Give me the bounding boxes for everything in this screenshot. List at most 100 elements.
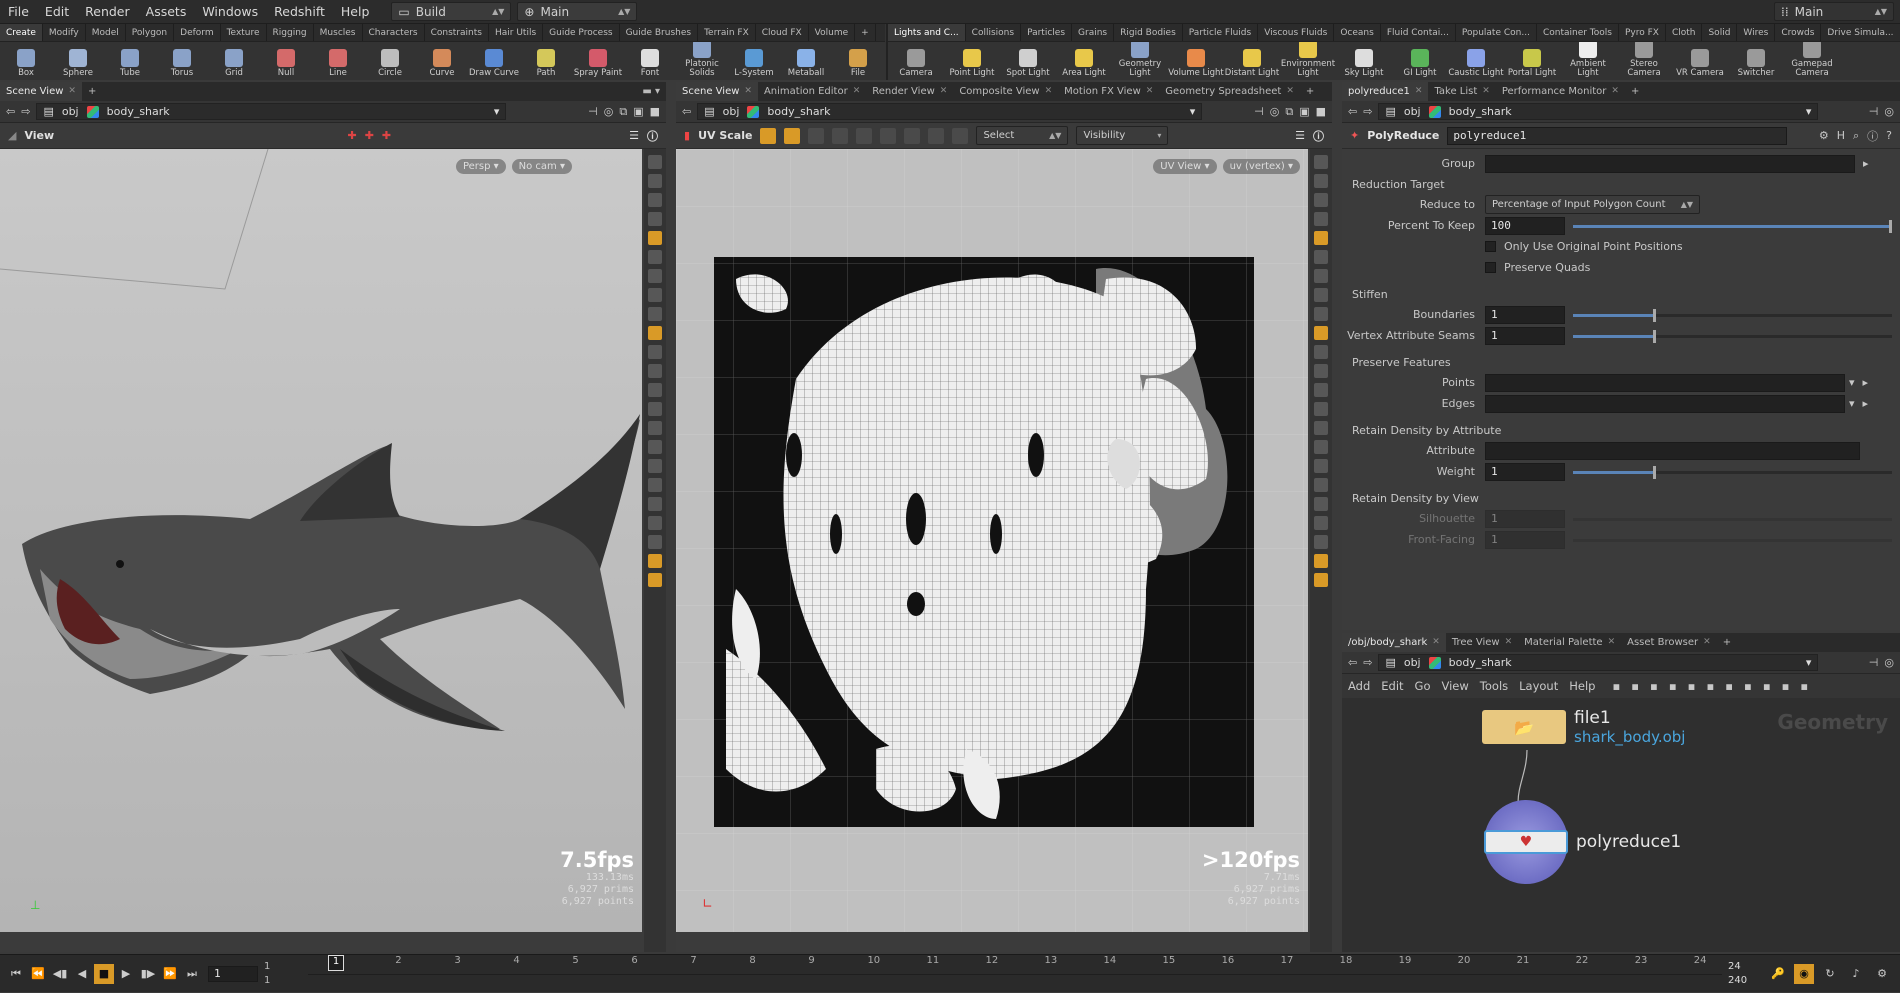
network-canvas[interactable]: Geometry 📂 file1 shark_body.obj ♥ polyre…: [1342, 700, 1900, 952]
line-select-icon[interactable]: [856, 127, 873, 144]
menu-file[interactable]: File: [0, 0, 37, 24]
pivot-icon[interactable]: [648, 231, 662, 245]
tab-polyreduce1[interactable]: polyreduce1 ✕: [1342, 82, 1429, 101]
percent-field[interactable]: 100: [1485, 216, 1565, 235]
shelf-tab[interactable]: Rigging: [267, 24, 314, 41]
shelf-tool-point-light[interactable]: Point Light: [944, 49, 1000, 80]
close-icon[interactable]: ✕: [1611, 82, 1619, 101]
pane-menu-icon[interactable]: ▬ ▾: [642, 86, 666, 97]
shelf-tool-vr-camera[interactable]: VR Camera: [1672, 49, 1728, 80]
menu-windows[interactable]: Windows: [194, 0, 266, 24]
context-dropdown[interactable]: ⊕ Main ▲▼: [517, 2, 638, 21]
node-name-field[interactable]: polyreduce1: [1447, 126, 1788, 145]
brush-icon[interactable]: [648, 440, 662, 454]
gear-icon[interactable]: [1314, 307, 1328, 321]
shelf-tool-spot-light[interactable]: Spot Light: [1000, 49, 1056, 80]
shelf-tool-box[interactable]: Box: [0, 49, 52, 80]
play-icon[interactable]: ▶: [116, 964, 136, 984]
network-menu-view[interactable]: View: [1442, 679, 1469, 693]
forward-icon[interactable]: ⇨: [1363, 105, 1372, 118]
zoom-icon[interactable]: ▪: [1782, 679, 1790, 693]
shelf-tool-circle[interactable]: Circle: [364, 49, 416, 80]
shelf-tool-area-light[interactable]: Area Light: [1056, 49, 1112, 80]
network-menu-tools[interactable]: Tools: [1480, 679, 1508, 693]
menu-help[interactable]: Help: [333, 0, 378, 24]
close-icon[interactable]: ✕: [1482, 82, 1490, 101]
tab-network-3[interactable]: Asset Browser ✕: [1621, 633, 1717, 652]
wireframe-icon[interactable]: [1314, 326, 1328, 340]
jump-end-icon[interactable]: ⏭: [182, 964, 202, 984]
realtime-icon[interactable]: ◉: [1794, 963, 1814, 984]
ruler-icon[interactable]: [648, 364, 662, 378]
seams-field[interactable]: 1: [1485, 326, 1565, 345]
tab-motion-fx-view[interactable]: Motion FX View ✕: [1058, 82, 1159, 101]
snapshot-icon[interactable]: [1314, 212, 1328, 226]
shelf-tool-spray-paint[interactable]: Spray Paint: [572, 49, 624, 80]
zoom-icon[interactable]: [648, 478, 662, 492]
network-menu-help[interactable]: Help: [1569, 679, 1595, 693]
hscript-icon[interactable]: H: [1837, 129, 1845, 142]
help-icon[interactable]: ⓘ: [647, 128, 658, 144]
scale-icon[interactable]: [904, 127, 921, 144]
shelf-tab[interactable]: Pyro FX: [1619, 24, 1666, 41]
audio-icon[interactable]: ♪: [1846, 964, 1866, 984]
bookmark-icon[interactable]: [648, 573, 662, 587]
back-icon[interactable]: ⇦: [6, 105, 15, 118]
uv-viewport[interactable]: UV View ▾ uv (vertex) ▾ >120fps 7.71ms 6…: [676, 149, 1308, 932]
settings-icon[interactable]: ⚙: [1872, 964, 1892, 984]
forward-icon[interactable]: ⇨: [21, 105, 30, 118]
note-icon[interactable]: ▪: [1725, 679, 1733, 693]
shelf-tab[interactable]: Oceans: [1334, 24, 1381, 41]
lock-icon[interactable]: [648, 193, 662, 207]
points-field[interactable]: [1485, 373, 1845, 392]
square-icon[interactable]: [648, 516, 662, 530]
close-icon[interactable]: ✕: [1432, 633, 1440, 652]
close-icon[interactable]: ✕: [1146, 82, 1154, 101]
desktop-dropdown[interactable]: ▭ Build ▲▼: [391, 2, 512, 21]
camera-icon[interactable]: [1314, 174, 1328, 188]
shelf-tab[interactable]: Volume: [809, 24, 856, 41]
link-icon[interactable]: ◎: [1270, 105, 1280, 118]
shelf-tab[interactable]: Lights and C...: [888, 24, 966, 41]
attribute-field[interactable]: [1485, 441, 1860, 460]
add-tab-icon[interactable]: +: [1625, 82, 1645, 101]
close-icon[interactable]: ✕: [1045, 82, 1053, 101]
crop-icon[interactable]: [1314, 459, 1328, 473]
left-viewport[interactable]: Persp ▾ No cam ▾ 7.5fps 133.13ms 6,927 p…: [0, 149, 642, 932]
shelf-tool-l-system[interactable]: L-System: [728, 49, 780, 80]
jump-start-icon[interactable]: ⏮: [6, 964, 26, 984]
playhead[interactable]: 1: [328, 954, 344, 971]
shelf-tool-switcher[interactable]: Switcher: [1728, 49, 1784, 80]
dot-icon[interactable]: [648, 345, 662, 359]
close-icon[interactable]: ✕: [1286, 82, 1294, 101]
snapshot-icon[interactable]: ▪: [1800, 679, 1808, 693]
tab-scene-view[interactable]: Scene View ✕: [676, 82, 758, 101]
shelf-tab[interactable]: Viscous Fluids: [1258, 24, 1335, 41]
shelf-tool-null[interactable]: Null: [260, 49, 312, 80]
pen-icon[interactable]: [1314, 383, 1328, 397]
shelf-tab[interactable]: Particles: [1021, 24, 1073, 41]
close-icon[interactable]: ✕: [940, 82, 948, 101]
uv-view-menu[interactable]: UV View ▾: [1153, 159, 1217, 174]
pin-icon[interactable]: ⊣: [1869, 656, 1879, 669]
step-forward-icon[interactable]: ▮▶: [138, 964, 158, 984]
display-options-icon[interactable]: ☰: [629, 129, 639, 142]
path-field[interactable]: ▤ obj body_shark ▾: [36, 103, 507, 120]
close-icon[interactable]: ✕: [68, 82, 76, 101]
layout-icon[interactable]: ⧉: [619, 105, 627, 119]
shelf-tool-camera[interactable]: Camera: [888, 49, 944, 80]
preserve-quads-checkbox[interactable]: [1485, 262, 1496, 273]
shelf-tab[interactable]: Wires: [1737, 24, 1776, 41]
chevron-down-icon[interactable]: ▾: [1849, 397, 1855, 410]
shelf-tool-sphere[interactable]: Sphere: [52, 49, 104, 80]
list-icon[interactable]: ▪: [1650, 679, 1658, 693]
handle-icon[interactable]: ✚: [347, 129, 356, 142]
brush-icon[interactable]: [832, 127, 849, 144]
right-desktop-dropdown[interactable]: ⁞⁞ Main ▲▼: [1774, 2, 1894, 21]
network-menu-go[interactable]: Go: [1415, 679, 1431, 693]
handle-icon[interactable]: ✚: [365, 129, 374, 142]
shelf-tab[interactable]: Container Tools: [1537, 24, 1619, 41]
shelf-tool-path[interactable]: Path: [520, 49, 572, 80]
back-icon[interactable]: ⇦: [1348, 105, 1357, 118]
edges-field[interactable]: [1485, 394, 1845, 413]
